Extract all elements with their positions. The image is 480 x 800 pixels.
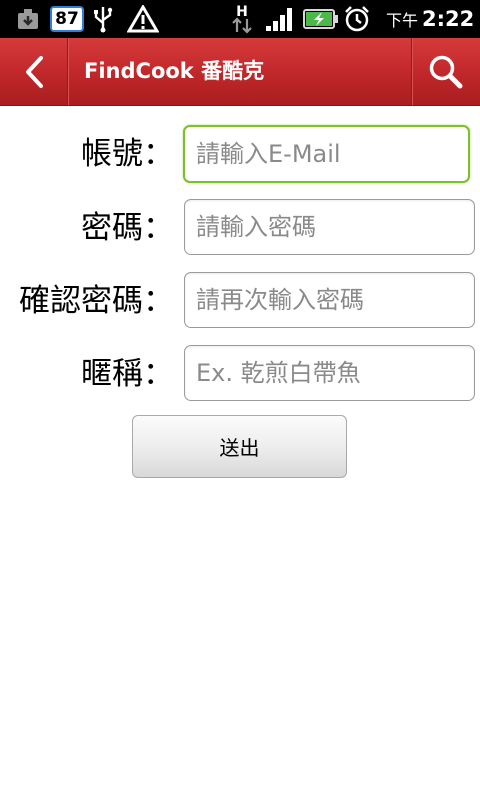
confirm-password-row: 確認密碼： (0, 272, 480, 330)
hspa-icon: H (228, 0, 256, 38)
chevron-left-icon (25, 55, 43, 88)
confirm-password-label: 確認密碼： (19, 283, 174, 319)
account-row: 帳號： (0, 125, 480, 183)
confirm-password-input[interactable] (184, 272, 475, 328)
account-label: 帳號： (81, 136, 174, 172)
password-label: 密碼： (81, 210, 174, 246)
nickname-input[interactable] (184, 345, 475, 401)
svg-text:H: H (236, 4, 248, 20)
battery-charging-icon (302, 0, 340, 38)
title-bar: FindCook 番酷克 (0, 38, 480, 106)
download-icon (14, 0, 42, 38)
ampm-label: 下午 (385, 11, 418, 30)
status-bar: 87 H 下午 2:22 (0, 0, 480, 38)
search-icon (429, 55, 463, 88)
notification-badge: 87 (50, 0, 84, 38)
clock-time: 2:22 (422, 7, 475, 31)
submit-button[interactable]: 送出 (132, 415, 347, 478)
password-row: 密碼： (0, 199, 480, 257)
warning-icon (126, 0, 160, 38)
alarm-icon (342, 0, 372, 38)
signal-icon (264, 0, 296, 38)
search-button[interactable] (411, 38, 480, 105)
account-input[interactable] (183, 125, 470, 183)
app-title: FindCook 番酷克 (84, 59, 265, 83)
notification-count: 87 (50, 6, 84, 32)
back-button[interactable] (0, 38, 68, 105)
password-input[interactable] (184, 199, 475, 255)
nickname-row: 暱稱： (0, 345, 480, 403)
nickname-label: 暱稱： (81, 356, 174, 392)
usb-icon (90, 0, 116, 38)
